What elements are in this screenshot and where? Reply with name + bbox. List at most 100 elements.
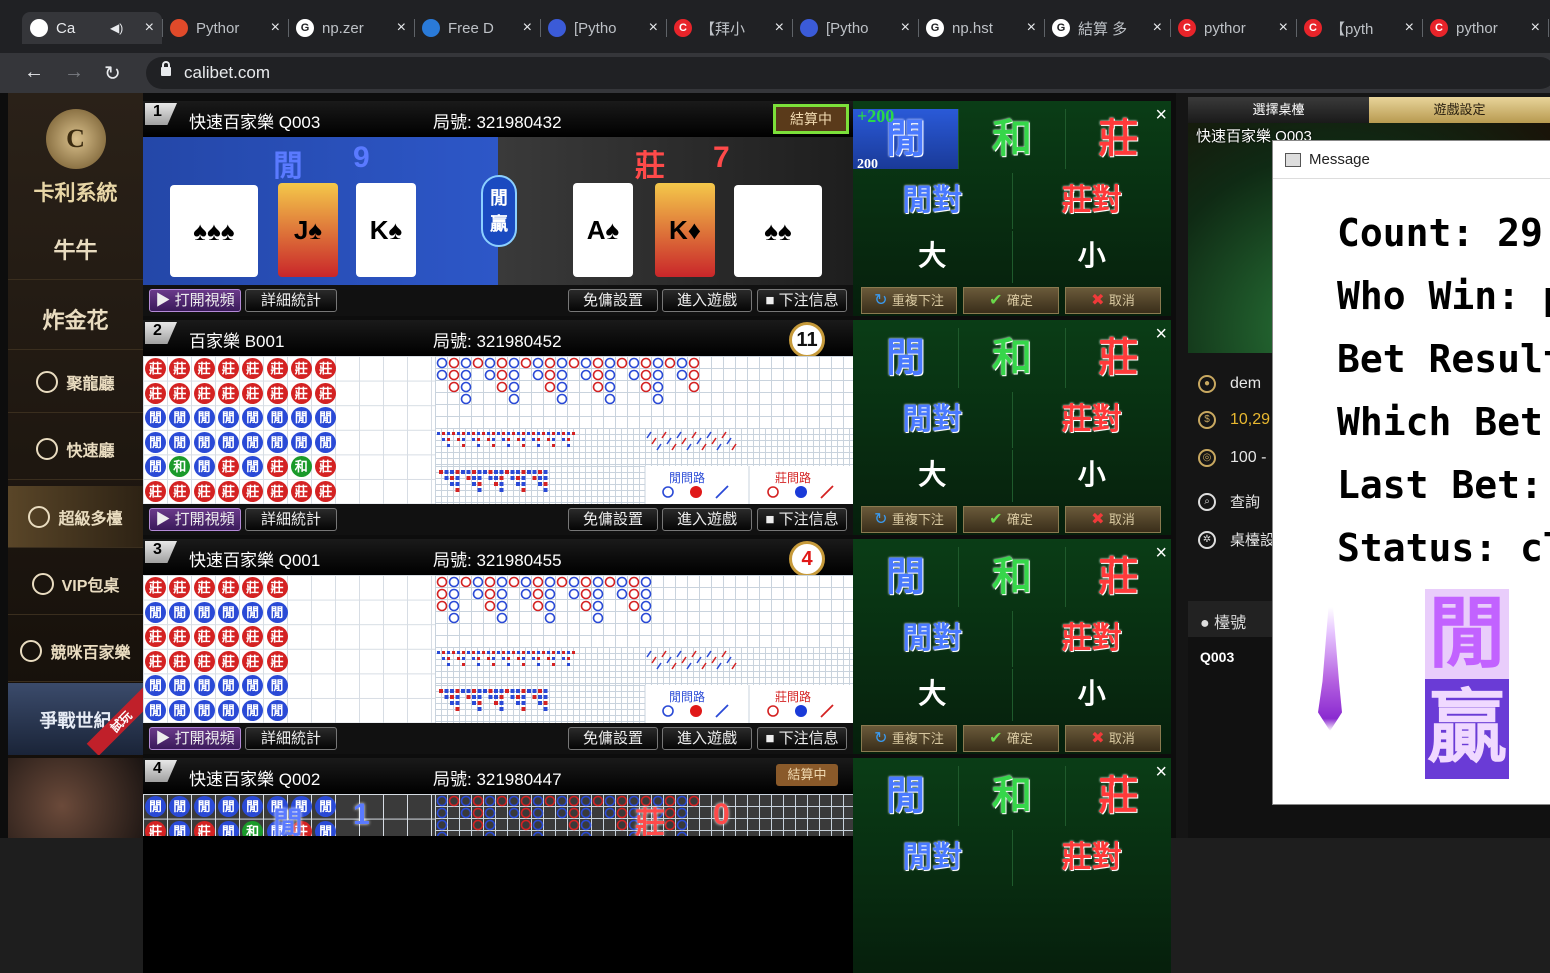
enter-game-button[interactable]: 進入遊戲 — [662, 289, 752, 312]
sidebar-item[interactable]: 牛牛 — [8, 218, 143, 280]
bet-big-button[interactable]: 大 — [853, 669, 1013, 721]
browser-tab[interactable]: Gnp.hst × — [918, 12, 1045, 44]
confirm-button[interactable]: ✔ 確定 — [963, 506, 1059, 533]
commission-free-button[interactable]: 免傭設置 — [568, 289, 658, 312]
open-video-button[interactable]: ▶ 打開視頻 — [149, 289, 241, 312]
close-tab-icon[interactable]: × — [397, 19, 406, 37]
bet-player-button[interactable]: 閒 — [853, 547, 960, 607]
bead-road-grid — [143, 575, 435, 723]
bet-player-pair-button[interactable]: 閒對 — [853, 830, 1013, 886]
bet-player-button[interactable]: 閒 +200 200 — [853, 106, 960, 172]
browser-tab[interactable]: [Pytho × — [792, 12, 919, 44]
close-tab-icon[interactable]: × — [1405, 19, 1414, 37]
cancel-button[interactable]: ✖ 取消 — [1065, 287, 1161, 314]
close-tab-icon[interactable]: × — [649, 19, 658, 37]
bet-banker-button[interactable]: 莊 — [1066, 328, 1171, 388]
forward-icon[interactable]: → — [64, 61, 84, 84]
bet-tie-button[interactable]: 和 — [959, 547, 1066, 607]
bet-big-button[interactable]: 大 — [853, 450, 1013, 502]
bet-banker-button[interactable]: 莊 — [1066, 766, 1171, 826]
sidebar-item[interactable]: VIP包桌 — [8, 553, 143, 615]
logo[interactable]: C 卡利系統 — [28, 109, 123, 209]
sidebar-item[interactable]: 競咪百家樂 — [8, 620, 143, 682]
bet-tie-button[interactable]: 和 — [959, 328, 1066, 388]
sidebar-item[interactable]: 聚龍廳 — [8, 351, 143, 413]
url-field[interactable]: calibet.com — [146, 57, 1550, 89]
sidebar-item[interactable]: 超級多檯 — [8, 486, 143, 548]
game-table: 1 快速百家樂 Q003 局號: 321980432 結算中閒 9 莊 7 ♠♠♠ J♠ K♠ A♠… — [143, 101, 853, 316]
promo-image[interactable] — [8, 758, 143, 838]
close-tab-icon[interactable]: × — [775, 19, 784, 37]
bead-road-item: 閒 — [145, 796, 166, 817]
browser-tab[interactable]: Gnp.zer × — [288, 12, 415, 44]
browser-tab[interactable]: [Pytho × — [540, 12, 667, 44]
bet-banker-button[interactable]: 莊 — [1066, 109, 1171, 169]
bet-small-button[interactable]: 小 — [1013, 450, 1172, 502]
close-tab-icon[interactable]: × — [1153, 19, 1162, 37]
cancel-button[interactable]: ✖ 取消 — [1065, 725, 1161, 752]
close-tab-icon[interactable]: × — [523, 19, 532, 37]
browser-tab[interactable]: Pythor × — [162, 12, 289, 44]
bet-big-button[interactable]: 大 — [853, 231, 1013, 283]
query-row[interactable]: ⌕ 查詢 — [1198, 491, 1260, 512]
player-ask-road[interactable]: 閒問路 — [669, 688, 705, 705]
bet-banker-button[interactable]: 莊 — [1066, 547, 1171, 607]
bet-player-pair-button[interactable]: 閒對 — [853, 392, 1013, 448]
bet-banker-pair-button[interactable]: 莊對 — [1013, 611, 1172, 667]
bet-info-button[interactable]: ■ 下注信息 — [757, 727, 847, 750]
repeat-bet-button[interactable]: ↻ 重複下注 — [861, 506, 957, 533]
sidebar-item[interactable]: 快速廳 — [8, 418, 143, 480]
enter-game-button[interactable]: 進入遊戲 — [662, 727, 752, 750]
bet-info-button[interactable]: ■ 下注信息 — [757, 508, 847, 531]
open-video-button[interactable]: ▶ 打開視頻 — [149, 508, 241, 531]
sidebar-item[interactable]: 炸金花 — [8, 288, 143, 350]
browser-tab[interactable]: Ca ◀) × — [22, 12, 163, 44]
open-video-button[interactable]: ▶ 打開視頻 — [149, 727, 241, 750]
browser-tab[interactable]: Cpythor × — [1170, 12, 1297, 44]
bet-actions: ↻ 重複下注 ✔ 確定 ✖ 取消 — [861, 723, 1161, 753]
enter-game-button[interactable]: 進入遊戲 — [662, 508, 752, 531]
close-tab-icon[interactable]: × — [901, 19, 910, 37]
browser-tab[interactable]: C 【拜小 × — [666, 12, 793, 44]
player-ask-road[interactable]: 閒問路 — [669, 469, 705, 486]
bet-banker-pair-button[interactable]: 莊對 — [1013, 830, 1172, 886]
stats-button[interactable]: 詳細統計 — [245, 289, 337, 312]
browser-tab[interactable]: Cpythor × — [1422, 12, 1549, 44]
bet-banker-pair-button[interactable]: 莊對 — [1013, 173, 1172, 229]
bet-small-button[interactable]: 小 — [1013, 231, 1172, 283]
close-tab-icon[interactable]: × — [1027, 19, 1036, 37]
repeat-bet-button[interactable]: ↻ 重複下注 — [861, 287, 957, 314]
close-tab-icon[interactable]: × — [1531, 19, 1540, 37]
close-tab-icon[interactable]: × — [1279, 19, 1288, 37]
bet-tie-button[interactable]: 和 — [959, 766, 1066, 826]
commission-free-button[interactable]: 免傭設置 — [568, 508, 658, 531]
back-icon[interactable]: ← — [24, 61, 44, 84]
bet-player-button[interactable]: 閒 — [853, 328, 960, 388]
bet-info-button[interactable]: ■ 下注信息 — [757, 289, 847, 312]
browser-tab[interactable]: Free D × — [414, 12, 541, 44]
bet-small-button[interactable]: 小 — [1013, 669, 1172, 721]
browser-tab[interactable]: G 結算 多 × — [1044, 12, 1171, 44]
bet-player-pair-button[interactable]: 閒對 — [853, 611, 1013, 667]
bet-player-pair-button[interactable]: 閒對 — [853, 173, 1013, 229]
browser-tab[interactable]: C 【pyth × — [1296, 12, 1423, 44]
tab-select-table[interactable]: 選擇桌檯 — [1188, 97, 1369, 123]
commission-free-button[interactable]: 免傭設置 — [568, 727, 658, 750]
banker-ask-road[interactable]: 莊問路 — [775, 688, 811, 705]
confirm-button[interactable]: ✔ 確定 — [963, 287, 1059, 314]
tab-game-settings[interactable]: 遊戲設定 — [1369, 97, 1550, 123]
repeat-bet-button[interactable]: ↻ 重複下注 — [861, 725, 957, 752]
bet-banker-pair-button[interactable]: 莊對 — [1013, 392, 1172, 448]
bet-player-button[interactable]: 閒 — [853, 766, 960, 826]
cancel-button[interactable]: ✖ 取消 — [1065, 506, 1161, 533]
bet-tie-button[interactable]: 和 — [959, 109, 1066, 169]
close-tab-icon[interactable]: × — [145, 19, 154, 37]
banker-ask-road[interactable]: 莊問路 — [775, 469, 811, 486]
close-tab-icon[interactable]: × — [271, 19, 280, 37]
stats-button[interactable]: 詳細統計 — [245, 508, 337, 531]
trial-game-banner[interactable]: 爭戰世紀 試玩 — [8, 683, 143, 755]
stats-button[interactable]: 詳細統計 — [245, 727, 337, 750]
confirm-button[interactable]: ✔ 確定 — [963, 725, 1059, 752]
table-settings-row[interactable]: ✲ 桌檯設 — [1198, 529, 1275, 550]
reload-icon[interactable]: ↻ — [104, 61, 121, 86]
